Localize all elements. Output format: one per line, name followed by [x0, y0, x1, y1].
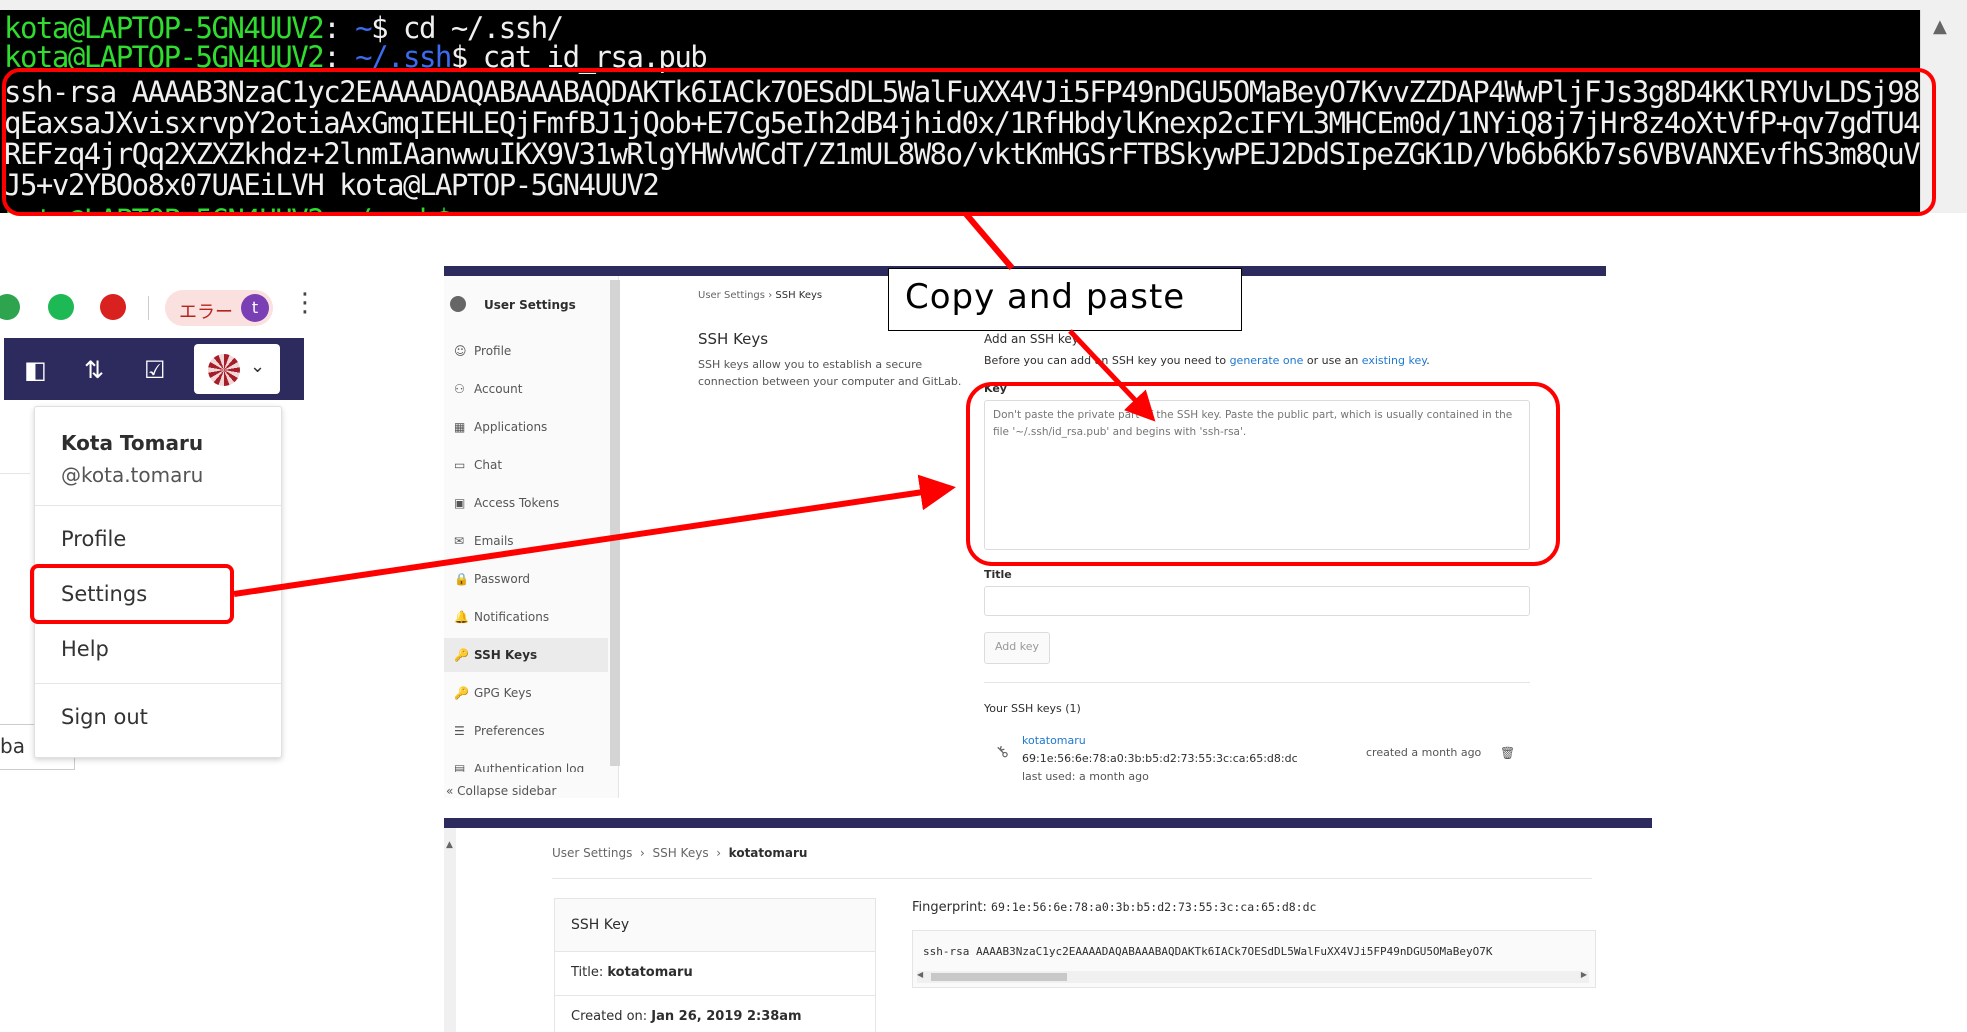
sidebar-item-notifications[interactable]: 🔔 Notifications — [444, 600, 608, 634]
sidebar-item-authentication-log[interactable]: ▤ Authentication log — [444, 752, 608, 772]
gitlab-header-bar — [444, 818, 1652, 828]
background-fragment-text: ba — [0, 734, 25, 758]
scrollbar-thumb[interactable] — [931, 973, 1067, 981]
add-ssh-key-help: Before you can add an SSH key you need t… — [984, 354, 1430, 367]
token-icon: ▣ — [454, 496, 466, 510]
sidebar-item-access-tokens[interactable]: ▣ Access Tokens — [444, 486, 608, 520]
callout-text: Copy and paste — [905, 277, 1186, 317]
profile-error-chip[interactable]: エラー t — [165, 290, 273, 326]
background-divider — [0, 473, 30, 474]
menu-item-help[interactable]: Help — [61, 637, 109, 661]
scroll-up-icon[interactable]: ▲ — [1933, 16, 1947, 37]
sidebar-item-chat[interactable]: ▭ Chat — [444, 448, 608, 482]
copy-paste-callout: Copy and paste — [888, 268, 1242, 331]
sidebar-item-preferences[interactable]: ☰ Preferences — [444, 714, 608, 748]
key-icon: 🔑 — [454, 686, 469, 700]
user-avatar-button[interactable]: ⌄ — [194, 344, 280, 394]
title-input[interactable] — [984, 586, 1530, 616]
extension-red-icon[interactable] — [100, 294, 126, 320]
window-top-strip — [0, 0, 1967, 10]
bell-icon: 🔔 — [454, 610, 469, 624]
card-title-row: Title: kotatomaru — [571, 965, 693, 980]
sidebar-item-account[interactable]: ⚇ Account — [444, 372, 608, 406]
user-icon — [450, 296, 466, 312]
speech-bubble-icon[interactable] — [48, 294, 74, 320]
section-description: SSH keys allow you to establish a secure… — [698, 358, 962, 388]
settings-sidebar: User Settings ☺ Profile ⚇ Account ▦ Applica… — [444, 276, 619, 798]
ssh-key-detail-page: ▲ User Settings › SSH Keys › kotatomaru … — [444, 818, 1652, 1032]
ssh-key-last-used: last used: a month ago — [1022, 770, 1149, 783]
your-ssh-keys-heading: Your SSH keys (1) — [984, 702, 1081, 715]
menu-divider — [35, 683, 281, 684]
todo-check-icon[interactable]: ☑ — [144, 356, 166, 384]
breadcrumb-divider — [552, 878, 1592, 879]
breadcrumb: User Settings › SSH Keys › kotatomaru — [552, 846, 808, 860]
scroll-left-icon[interactable]: ◀ — [917, 970, 923, 979]
envelope-icon: ✉ — [454, 534, 465, 548]
user-handle: @kota.tomaru — [61, 463, 204, 487]
sidebar-item-password[interactable]: 🔒 Password — [444, 562, 608, 596]
ssh-key-created: created a month ago — [1366, 746, 1482, 759]
avatar — [208, 354, 240, 386]
card-divider — [555, 995, 875, 996]
sliders-icon: ☰ — [454, 724, 465, 738]
sidebar-header: User Settings — [484, 298, 576, 312]
scroll-right-icon[interactable]: ▶ — [1581, 970, 1587, 979]
highlight-key-field — [966, 382, 1560, 566]
sidebar-scrollbar[interactable] — [610, 280, 620, 766]
chevron-down-icon: ⌄ — [250, 356, 266, 377]
error-chip-label: エラー — [179, 302, 233, 323]
key-icon: ⚷ — [990, 740, 1013, 763]
sidebar-item-emails[interactable]: ✉ Emails — [444, 524, 608, 558]
public-key-text: ssh-rsa AAAAB3NzaC1yc2EAAAADAQABAAABAQDA… — [923, 945, 1493, 958]
page-scrollbar[interactable]: ▲ — [444, 828, 456, 1032]
section-title: SSH Keys — [698, 330, 769, 348]
generate-one-link[interactable]: generate one — [1230, 354, 1304, 367]
section-divider — [984, 682, 1530, 683]
ssh-key-info-card: SSH Key Title: kotatomaru Created on: Ja… — [554, 898, 876, 1032]
menu-item-sign-out[interactable]: Sign out — [61, 705, 148, 729]
chat-icon: ▭ — [454, 458, 466, 472]
existing-key-link[interactable]: existing key — [1362, 354, 1426, 367]
title-field-label: Title — [984, 568, 1012, 581]
browser-extension-bar: エラー t ⋮ — [0, 284, 318, 332]
sidebar-item-gpg-keys[interactable]: 🔑 GPG Keys — [444, 676, 608, 710]
user-full-name: Kota Tomaru — [61, 431, 204, 455]
gitlab-navbar: ◧ ⇅ ☑ ⌄ — [4, 338, 304, 400]
add-ssh-key-heading: Add an SSH key — [984, 332, 1079, 346]
sidebar-item-profile[interactable]: ☺ Profile — [444, 334, 608, 368]
merge-request-icon[interactable]: ⇅ — [84, 356, 104, 384]
highlight-public-key — [2, 68, 1936, 216]
lock-icon: 🔒 — [454, 572, 469, 586]
panel-toggle-icon[interactable]: ◧ — [24, 356, 47, 384]
collapse-sidebar-button[interactable]: « Collapse sidebar — [446, 784, 556, 798]
ssh-key-title-link[interactable]: kotatomaru — [1022, 734, 1086, 747]
menu-divider — [35, 505, 281, 506]
add-key-button[interactable]: Add key — [984, 632, 1050, 664]
applications-icon: ▦ — [454, 420, 466, 434]
horizontal-scrollbar[interactable]: ◀ ▶ — [917, 970, 1589, 983]
public-key-box[interactable]: ssh-rsa AAAAB3NzaC1yc2EAAAADAQABAAABAQDA… — [912, 930, 1596, 988]
profile-avatar-icon: t — [241, 294, 269, 322]
trash-icon[interactable]: 🗑 — [1500, 746, 1515, 760]
scroll-up-icon[interactable]: ▲ — [446, 840, 453, 850]
profile-icon: ☺ — [454, 344, 467, 358]
grammarly-icon[interactable] — [0, 294, 20, 320]
toolbar-divider — [148, 296, 149, 320]
sidebar-item-ssh-keys[interactable]: 🔑 SSH Keys — [444, 638, 608, 672]
highlight-settings — [30, 564, 234, 624]
fingerprint-row: Fingerprint: 69:1e:56:6e:78:a0:3b:b5:d2:… — [912, 900, 1317, 915]
menu-item-profile[interactable]: Profile — [61, 527, 126, 551]
ssh-key-fingerprint: 69:1e:56:6e:78:a0:3b:b5:d2:73:55:3c:ca:6… — [1022, 752, 1298, 765]
card-header: SSH Key — [555, 899, 875, 952]
arrow-terminal-to-callout — [963, 212, 1015, 270]
sidebar-item-applications[interactable]: ▦ Applications — [444, 410, 608, 444]
account-icon: ⚇ — [454, 382, 465, 396]
card-created-row: Created on: Jan 26, 2019 2:38am — [571, 1009, 802, 1024]
key-icon: 🔑 — [454, 648, 469, 662]
more-options-icon[interactable]: ⋮ — [292, 288, 318, 318]
log-icon: ▤ — [454, 762, 466, 772]
breadcrumb: User Settings › SSH Keys — [698, 290, 823, 301]
